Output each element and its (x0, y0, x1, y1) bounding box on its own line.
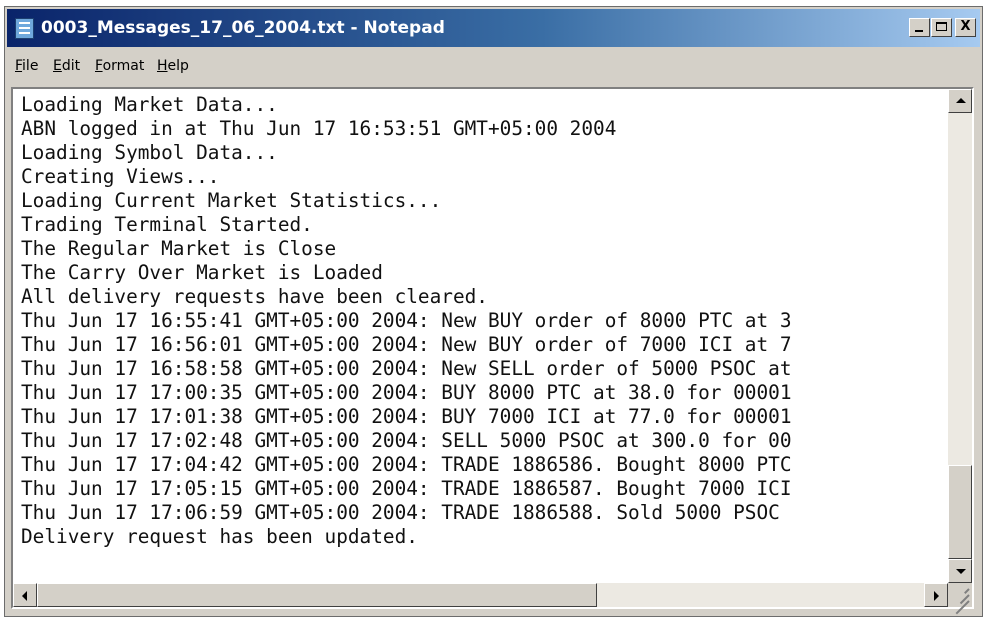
arrow-right-icon (934, 591, 939, 601)
scroll-right-button[interactable] (924, 583, 948, 607)
notepad-icon[interactable] (15, 18, 34, 39)
horizontal-scrollbar[interactable] (13, 583, 948, 607)
text-line: Trading Terminal Started. (21, 213, 313, 236)
scroll-left-button[interactable] (13, 583, 37, 607)
arrow-up-icon (956, 98, 966, 103)
text-line: Thu Jun 17 17:06:59 GMT+05:00 2004: TRAD… (21, 501, 780, 524)
minimize-icon (915, 30, 923, 32)
text-line: The Carry Over Market is Loaded (21, 261, 383, 284)
text-line: Loading Symbol Data... (21, 141, 278, 164)
text-line: Thu Jun 17 17:01:38 GMT+05:00 2004: BUY … (21, 405, 792, 428)
title-bar[interactable]: 0003_Messages_17_06_2004.txt - Notepad X (7, 9, 980, 47)
grip-icon (964, 588, 970, 594)
menu-edit[interactable]: Edit (53, 58, 80, 74)
vertical-scroll-thumb[interactable] (948, 465, 972, 559)
text-editor[interactable]: Loading Market Data... ABN logged in at … (13, 89, 948, 583)
editor-client: Loading Market Data... ABN logged in at … (11, 87, 974, 615)
maximize-button[interactable] (931, 18, 952, 37)
arrow-down-icon (956, 569, 966, 574)
text-line: Thu Jun 17 17:04:42 GMT+05:00 2004: TRAD… (21, 453, 792, 476)
horizontal-scroll-thumb[interactable] (37, 583, 597, 607)
scroll-down-button[interactable] (948, 559, 972, 583)
maximize-icon (936, 22, 947, 31)
text-line: All delivery requests have been cleared. (21, 285, 488, 308)
minimize-button[interactable] (909, 18, 930, 37)
window-title: 0003_Messages_17_06_2004.txt - Notepad (41, 18, 445, 38)
text-line: Thu Jun 17 17:02:48 GMT+05:00 2004: SELL… (21, 429, 792, 452)
text-line: Thu Jun 17 17:00:35 GMT+05:00 2004: BUY … (21, 381, 792, 404)
menu-format[interactable]: Format (95, 58, 144, 74)
resize-grip[interactable] (948, 583, 972, 615)
close-icon: X (960, 19, 971, 34)
text-line: Thu Jun 17 17:05:15 GMT+05:00 2004: TRAD… (21, 477, 792, 500)
menu-help[interactable]: Help (157, 58, 189, 74)
text-line: The Regular Market is Close (21, 237, 337, 260)
text-line: Thu Jun 17 16:55:41 GMT+05:00 2004: New … (21, 309, 792, 332)
scroll-up-button[interactable] (948, 89, 972, 113)
text-line: ABN logged in at Thu Jun 17 16:53:51 GMT… (21, 117, 617, 140)
arrow-left-icon (22, 591, 27, 601)
notepad-window: 0003_Messages_17_06_2004.txt - Notepad X… (4, 6, 983, 617)
text-line: Loading Current Market Statistics... (21, 189, 442, 212)
text-line: Thu Jun 17 16:58:58 GMT+05:00 2004: New … (21, 357, 792, 380)
text-line: Creating Views... (21, 165, 220, 188)
menu-file[interactable]: File (15, 58, 38, 74)
text-line: Loading Market Data... (21, 93, 278, 116)
close-button[interactable]: X (955, 18, 976, 37)
text-line: Thu Jun 17 16:56:01 GMT+05:00 2004: New … (21, 333, 792, 356)
vertical-scrollbar[interactable] (948, 89, 972, 583)
menu-bar: File Edit Format Help (7, 51, 980, 81)
text-line: Delivery request has been updated. (21, 525, 418, 548)
